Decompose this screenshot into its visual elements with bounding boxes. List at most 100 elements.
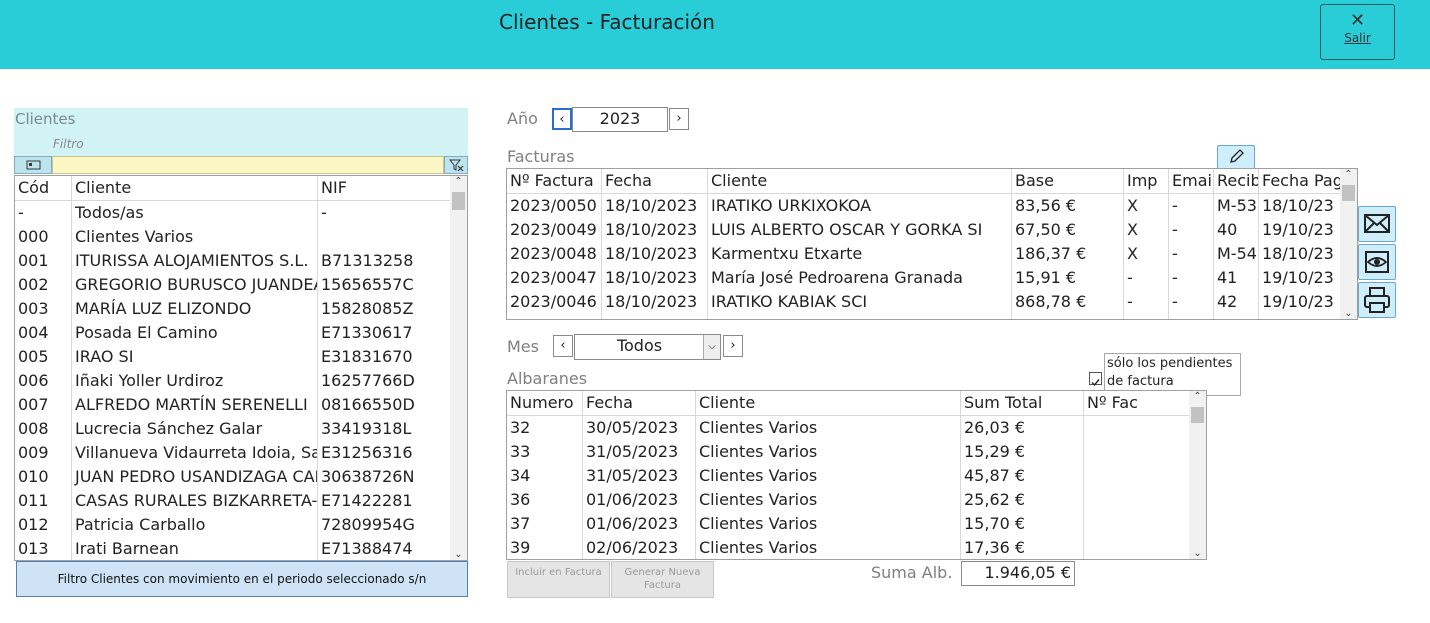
table-cell[interactable]: 001: [15, 249, 71, 273]
table-cell[interactable]: Posada El Camino: [72, 321, 317, 345]
table-cell[interactable]: Iñaki Yoller Urdiroz: [72, 369, 317, 393]
table-cell[interactable]: 01/06/2023: [583, 512, 695, 536]
table-cell[interactable]: 15,70 €: [961, 512, 1083, 536]
table-cell[interactable]: 2023/0049: [507, 218, 601, 242]
table-cell[interactable]: 000: [15, 225, 71, 249]
include-in-invoice-button[interactable]: Incluir en Factura: [507, 561, 610, 598]
column-header[interactable]: NIF: [318, 176, 450, 200]
table-cell[interactable]: 42: [1214, 290, 1258, 314]
table-cell[interactable]: 30/05/2023: [583, 416, 695, 440]
table-cell[interactable]: 67,50 €: [1012, 218, 1123, 242]
table-cell[interactable]: 15,29 €: [961, 440, 1083, 464]
movement-filter-button[interactable]: Filtro Clientes con movimiento en el per…: [16, 561, 468, 597]
table-cell[interactable]: 868,78 €: [1012, 290, 1123, 314]
table-cell[interactable]: E31256316: [318, 441, 450, 465]
table-cell[interactable]: 19/10/23: [1259, 266, 1341, 290]
table-cell[interactable]: 15,91 €: [1012, 266, 1123, 290]
table-cell[interactable]: 007: [15, 393, 71, 417]
table-cell[interactable]: 18/10/2023: [602, 266, 707, 290]
table-cell[interactable]: 18/10/23: [1259, 242, 1341, 266]
column-header[interactable]: Email: [1169, 169, 1213, 193]
chevron-down-icon[interactable]: ⌵: [703, 335, 720, 359]
table-cell[interactable]: 36: [507, 488, 582, 512]
table-cell[interactable]: 2023/0046: [507, 290, 601, 314]
table-cell[interactable]: 83,56 €: [1012, 194, 1123, 218]
table-cell[interactable]: 013: [15, 537, 71, 560]
table-cell[interactable]: Clientes Varios: [696, 464, 960, 488]
column-header[interactable]: Numero: [507, 391, 582, 415]
table-cell[interactable]: LUIS ALBERTO OSCAR Y GORKA SI: [708, 218, 1011, 242]
table-cell[interactable]: 2023/0050: [507, 194, 601, 218]
table-cell[interactable]: JUAN PEDRO USANDIZAGA CAN: [72, 465, 317, 489]
table-cell[interactable]: 002: [15, 273, 71, 297]
table-cell[interactable]: Clientes Varios: [696, 488, 960, 512]
table-cell[interactable]: 31/05/2023: [583, 440, 695, 464]
table-cell[interactable]: 33419318L: [318, 417, 450, 441]
table-cell[interactable]: 31/05/2023: [583, 464, 695, 488]
table-cell[interactable]: 02/06/2023: [583, 536, 695, 559]
scroll-up-icon[interactable]: ⌃: [1189, 391, 1206, 402]
table-cell[interactable]: 004: [15, 321, 71, 345]
preview-button[interactable]: [1358, 244, 1396, 280]
table-cell[interactable]: 37: [507, 512, 582, 536]
table-cell[interactable]: 41: [1214, 266, 1258, 290]
table-cell[interactable]: GREGORIO BURUSCO JUANDEA: [72, 273, 317, 297]
table-cell[interactable]: 08166550D: [318, 393, 450, 417]
month-next-button[interactable]: ›: [723, 335, 743, 357]
table-cell[interactable]: -: [1124, 266, 1168, 290]
table-cell[interactable]: MARÍA LUZ ELIZONDO: [72, 297, 317, 321]
table-cell[interactable]: 72809954G: [318, 513, 450, 537]
month-select[interactable]: Todos ⌵: [574, 334, 721, 360]
table-cell[interactable]: -: [15, 201, 71, 225]
column-header[interactable]: Sum Total: [961, 391, 1083, 415]
table-cell[interactable]: 2023/0047: [507, 266, 601, 290]
table-cell[interactable]: Clientes Varios: [72, 225, 317, 249]
table-cell[interactable]: -: [318, 201, 450, 225]
scroll-down-icon[interactable]: ⌄: [1340, 308, 1357, 319]
table-cell[interactable]: Clientes Varios: [696, 536, 960, 559]
table-cell[interactable]: 009: [15, 441, 71, 465]
table-cell[interactable]: Todos/as: [72, 201, 317, 225]
table-cell[interactable]: CASAS RURALES BIZKARRETA-G: [72, 489, 317, 513]
table-cell[interactable]: 18/10/23: [1259, 194, 1341, 218]
column-header[interactable]: Cliente: [708, 169, 1011, 193]
table-cell[interactable]: 30638726N: [318, 465, 450, 489]
scroll-down-icon[interactable]: ⌄: [450, 549, 467, 560]
table-cell[interactable]: -: [1169, 242, 1213, 266]
table-cell[interactable]: X: [1124, 194, 1168, 218]
table-cell[interactable]: X: [1124, 242, 1168, 266]
column-header[interactable]: Cliente: [72, 176, 317, 200]
table-cell[interactable]: -: [1124, 290, 1168, 314]
email-button[interactable]: [1358, 206, 1396, 242]
table-cell[interactable]: 006: [15, 369, 71, 393]
table-cell[interactable]: Clientes Varios: [696, 512, 960, 536]
table-cell[interactable]: 33: [507, 440, 582, 464]
table-cell[interactable]: 26,03 €: [961, 416, 1083, 440]
table-cell[interactable]: IRATIKO KABIAK SCI: [708, 290, 1011, 314]
table-cell[interactable]: 39: [507, 536, 582, 559]
print-button[interactable]: [1358, 282, 1396, 318]
exit-button[interactable]: ✕ Salir: [1320, 4, 1395, 60]
table-cell[interactable]: 15828085Z: [318, 297, 450, 321]
table-cell[interactable]: -: [1169, 290, 1213, 314]
scroll-up-icon[interactable]: ⌃: [1340, 169, 1357, 180]
vertical-scrollbar[interactable]: ⌃ ⌄: [1340, 169, 1357, 319]
edit-button[interactable]: [1217, 145, 1255, 169]
table-cell[interactable]: X: [1124, 218, 1168, 242]
month-prev-button[interactable]: ‹: [553, 335, 573, 357]
table-cell[interactable]: María José Pedroarena Granada: [708, 266, 1011, 290]
scrollbar-thumb[interactable]: [1191, 407, 1204, 423]
clients-filter-input[interactable]: [52, 156, 444, 174]
table-cell[interactable]: -: [1169, 218, 1213, 242]
table-cell[interactable]: 18/10/2023: [602, 218, 707, 242]
year-field[interactable]: 2023: [572, 107, 668, 132]
year-next-button[interactable]: ›: [669, 108, 689, 130]
table-cell[interactable]: 19/10/23: [1259, 290, 1341, 314]
table-cell[interactable]: E31831670: [318, 345, 450, 369]
table-cell[interactable]: 18/10/2023: [602, 194, 707, 218]
column-header[interactable]: Nº Fac: [1084, 391, 1188, 415]
table-cell[interactable]: 01/06/2023: [583, 488, 695, 512]
table-cell[interactable]: Irati Barnean: [72, 537, 317, 560]
table-cell[interactable]: 2023/0048: [507, 242, 601, 266]
table-cell[interactable]: 012: [15, 513, 71, 537]
